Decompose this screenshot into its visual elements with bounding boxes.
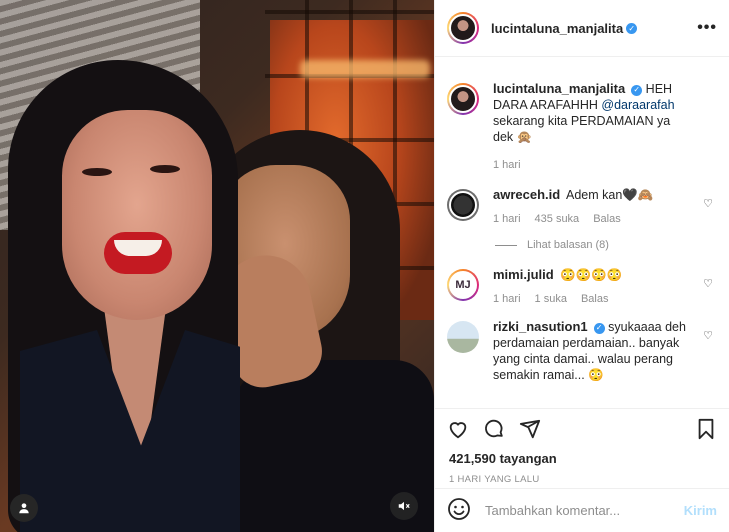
- verified-icon: ✓: [631, 84, 643, 96]
- commenter-avatar[interactable]: [447, 321, 479, 353]
- verified-icon: ✓: [626, 22, 638, 34]
- comment-text: awreceh.id Adem kan🖤🙈: [493, 187, 653, 203]
- comment-time[interactable]: 1 hari: [493, 213, 521, 225]
- comment-body: 😳😳😳😳: [560, 268, 623, 282]
- author-avatar[interactable]: [447, 12, 479, 44]
- action-icons: [435, 409, 729, 451]
- comment-reply-button[interactable]: Balas: [581, 293, 609, 305]
- view-replies-label: Lihat balasan (8): [527, 239, 609, 251]
- comment-like-icon[interactable]: ♡: [703, 277, 713, 290]
- author-username[interactable]: lucintaluna_manjalita: [491, 21, 623, 36]
- comment-item: MJ mimi.julid 😳😳😳😳 1 hari 1 suka Balas ♡: [447, 267, 717, 305]
- more-options-icon[interactable]: •••: [697, 19, 717, 37]
- commenter-avatar[interactable]: [447, 189, 479, 221]
- mute-icon[interactable]: [390, 492, 418, 520]
- caption-text: lucintaluna_manjalita ✓ HEH DARA ARAFAHHH…: [493, 81, 689, 145]
- person-left-eye: [150, 165, 180, 173]
- comment-text: rizki_nasution1 ✓ syukaaaa deh perdamaian…: [493, 319, 689, 383]
- caption-time[interactable]: 1 hari: [493, 159, 521, 171]
- verified-icon: ✓: [593, 322, 605, 334]
- comment-text: mimi.julid 😳😳😳😳: [493, 267, 622, 283]
- replies-divider: [495, 244, 517, 246]
- comment-time[interactable]: 1 hari: [493, 293, 521, 305]
- like-icon[interactable]: [447, 418, 469, 443]
- comment-item: awreceh.id Adem kan🖤🙈 1 hari 435 suka Ba…: [447, 187, 717, 225]
- caption-mention[interactable]: @daraarafah: [601, 98, 674, 112]
- view-replies-button[interactable]: Lihat balasan (8): [495, 239, 717, 251]
- caption: lucintaluna_manjalita ✓ HEH DARA ARAFAHHH…: [447, 81, 717, 171]
- share-icon[interactable]: [519, 418, 541, 443]
- comment-likes[interactable]: 435 suka: [535, 213, 580, 225]
- emoji-icon[interactable]: [447, 497, 471, 524]
- comment-like-icon[interactable]: ♡: [703, 197, 713, 210]
- caption-meta: 1 hari: [493, 159, 689, 171]
- lamp-light: [300, 60, 430, 78]
- commenter-avatar[interactable]: MJ: [447, 269, 479, 301]
- comment-likes[interactable]: 1 suka: [535, 293, 567, 305]
- comment-reply-button[interactable]: Balas: [593, 213, 621, 225]
- comment-username[interactable]: mimi.julid: [493, 267, 554, 282]
- comment-body: Adem kan🖤🙈: [566, 188, 654, 202]
- bookmark-icon[interactable]: [695, 418, 717, 443]
- comment-like-icon[interactable]: ♡: [703, 329, 713, 342]
- caption-text-part: sekarang kita PERDAMAIAN ya dek 🙊: [493, 114, 671, 144]
- add-comment-bar: Tambahkan komentar... Kirim: [435, 488, 729, 532]
- post-actions: 421,590 tayangan 1 HARI YANG LALU Tambah…: [435, 408, 729, 532]
- post-comment-button[interactable]: Kirim: [684, 503, 717, 518]
- comment-username[interactable]: rizki_nasution1: [493, 319, 588, 334]
- comment-meta: 1 hari 435 suka Balas: [493, 213, 653, 225]
- comment-meta: 1 hari 1 suka Balas: [493, 293, 622, 305]
- comment-username[interactable]: awreceh.id: [493, 187, 560, 202]
- comment-item: rizki_nasution1 ✓ syukaaaa deh perdamaian…: [447, 319, 717, 383]
- comment-icon[interactable]: [483, 418, 505, 443]
- person-left-eye: [82, 168, 112, 176]
- author-avatar[interactable]: [447, 83, 479, 115]
- post-video[interactable]: [0, 0, 434, 532]
- post-header: lucintaluna_manjalita ✓ •••: [435, 0, 729, 57]
- caption-username[interactable]: lucintaluna_manjalita: [493, 81, 625, 96]
- comment-input[interactable]: Tambahkan komentar...: [485, 503, 684, 518]
- tagged-user-icon[interactable]: [10, 494, 38, 522]
- comments-list: lucintaluna_manjalita ✓ HEH DARA ARAFAHHH…: [435, 57, 729, 408]
- view-count[interactable]: 421,590 tayangan: [435, 451, 729, 466]
- person-left-face: [62, 110, 212, 320]
- post-side-panel: lucintaluna_manjalita ✓ ••• lucintaluna_…: [434, 0, 729, 532]
- post-time[interactable]: 1 HARI YANG LALU: [435, 466, 729, 485]
